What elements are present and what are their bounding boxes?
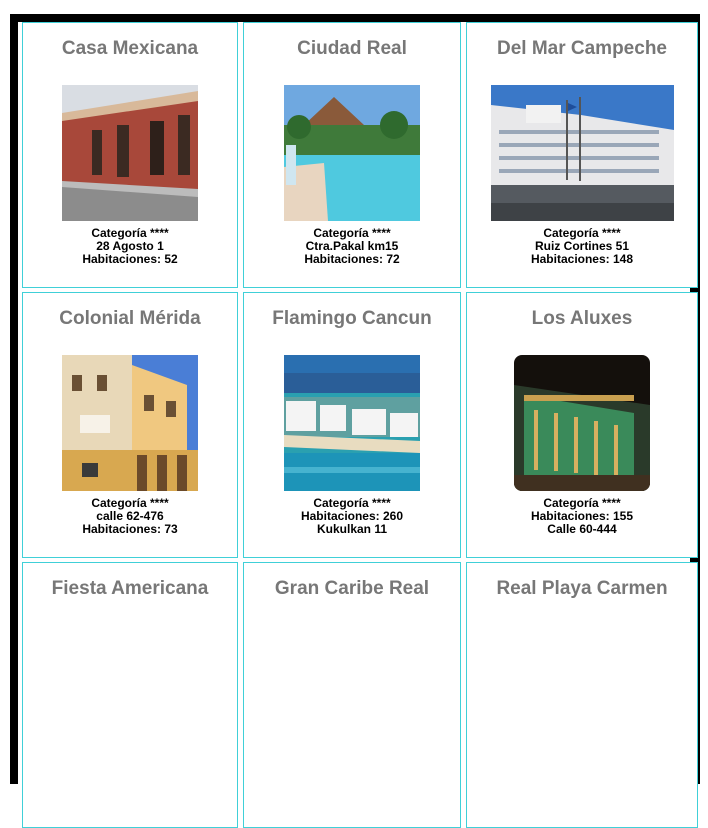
hotel-card[interactable]: Gran Caribe Real [243,562,461,828]
hotel-address: Kukulkan 11 [316,522,388,536]
hotel-grid: Casa Mexicana Categoría **** 28 Agosto 1 [22,22,698,828]
hotel-details: Categoría **** Ruiz Cortines 51 Habitaci… [467,227,697,266]
hotel-address: Calle 60-444 [547,522,617,536]
hotel-name[interactable]: Casa Mexicana [23,23,237,63]
hotel-name[interactable]: Fiesta Americana [23,563,237,603]
hotel-name[interactable]: Gran Caribe Real [244,563,460,603]
hotel-card[interactable]: Colonial Mérida Categoría **** calle 62-… [22,292,238,558]
hotel-details: Categoría **** Habitaciones: 155 Calle 6… [467,497,697,536]
hotel-name[interactable]: Real Playa Carmen [467,563,697,603]
hotel-name[interactable]: Ciudad Real [244,23,460,63]
hotel-facade-photo[interactable] [490,85,674,221]
hotel-details: Categoría **** 28 Agosto 1 Habitaciones:… [23,227,237,266]
hotel-card[interactable]: Real Playa Carmen [466,562,698,828]
hotel-card[interactable]: Del Mar Campeche Categoría **** Ruiz Cor… [466,22,698,288]
hotel-rooms: Habitaciones: 73 [82,522,178,536]
hotel-rooms: Habitaciones: 72 [304,252,400,266]
hotel-listing-frame: Casa Mexicana Categoría **** 28 Agosto 1 [10,14,700,828]
colonial-building-photo[interactable] [62,355,198,491]
hotel-details: Categoría **** Habitaciones: 260 Kukulka… [244,497,460,536]
hotel-card[interactable]: Los Aluxes Categoría **** Habitaciones: … [466,292,698,558]
hotel-card[interactable]: Casa Mexicana Categoría **** 28 Agosto 1 [22,22,238,288]
hotel-rooms: Habitaciones: 148 [530,252,634,266]
hotel-card[interactable]: Fiesta Americana [22,562,238,828]
hotel-details: Categoría **** calle 62-476 Habitaciones… [23,497,237,536]
hotel-name[interactable]: Los Aluxes [467,293,697,333]
hotel-rooms: Habitaciones: 52 [82,252,178,266]
colonial-street-photo[interactable] [62,85,198,221]
beach-resort-photo[interactable] [284,355,420,491]
hotel-name[interactable]: Del Mar Campeche [467,23,697,63]
hotel-card[interactable]: Flamingo Cancun Categoría **** Habitacio… [243,292,461,558]
pool-photo[interactable] [284,85,420,221]
night-hotel-photo[interactable] [514,355,650,491]
hotel-name[interactable]: Flamingo Cancun [244,293,460,333]
hotel-card[interactable]: Ciudad Real Categoría **** Ctra.Pakal km… [243,22,461,288]
hotel-details: Categoría **** Ctra.Pakal km15 Habitacio… [244,227,460,266]
hotel-name[interactable]: Colonial Mérida [23,293,237,333]
